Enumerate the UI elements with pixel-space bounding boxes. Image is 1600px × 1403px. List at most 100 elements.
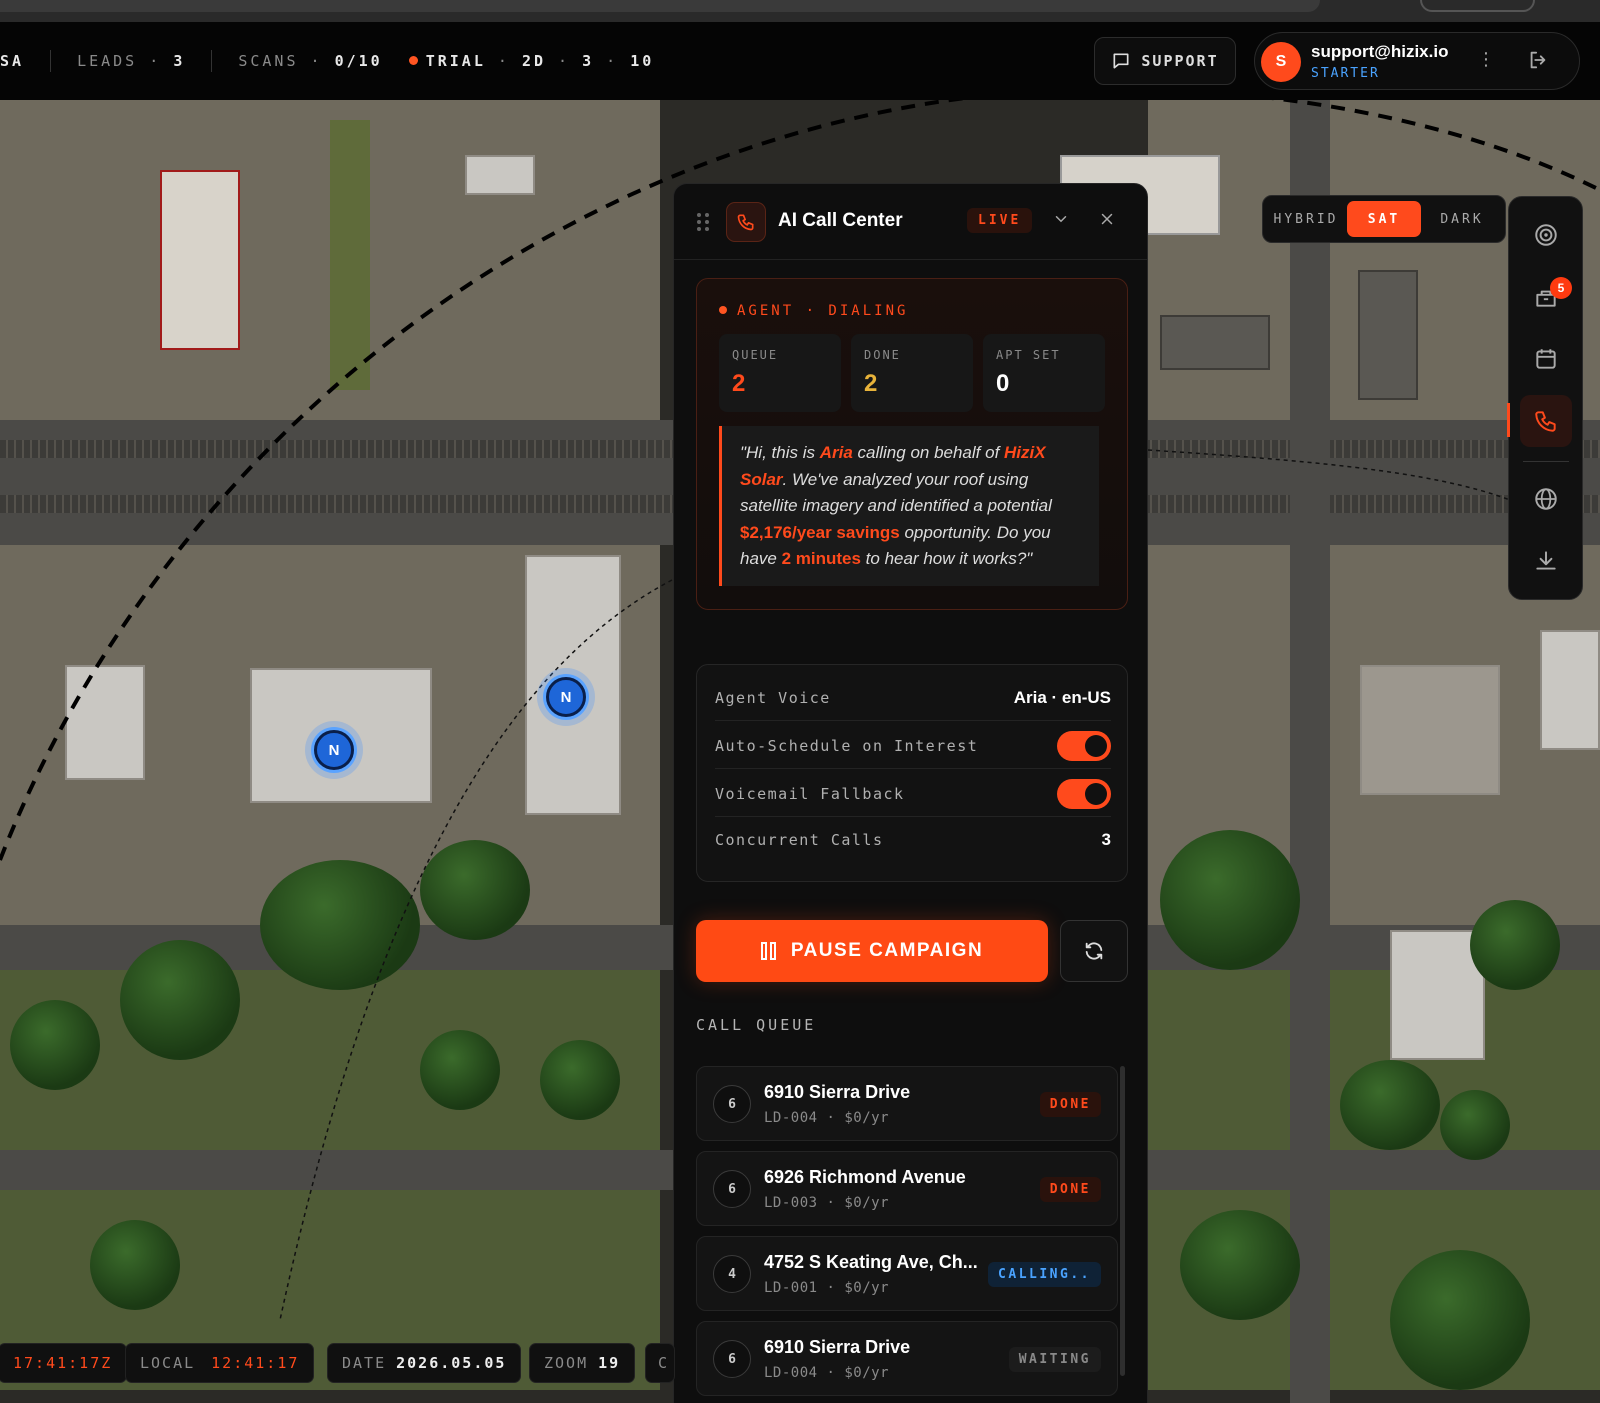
rail-calendar-button[interactable] xyxy=(1520,333,1572,385)
call-queue-title: CALL QUEUE xyxy=(696,1016,817,1034)
queue-scrollbar[interactable] xyxy=(1120,1066,1125,1376)
calendar-icon xyxy=(1536,349,1556,369)
pause-campaign-label: PAUSE CAMPAIGN xyxy=(790,940,984,961)
refresh-icon xyxy=(1085,942,1103,960)
globe-icon xyxy=(1535,488,1557,510)
zoom-value: 19 xyxy=(598,1354,621,1372)
chat-icon xyxy=(1113,53,1129,69)
browser-strip xyxy=(0,0,1600,24)
queue-item-number: 6 xyxy=(713,1340,751,1378)
close-icon[interactable] xyxy=(1098,210,1116,233)
tool-rail: 5 xyxy=(1507,196,1583,600)
voicemail-label: Voicemail Fallback xyxy=(715,784,905,803)
status-badge: WAITING xyxy=(1008,1347,1101,1372)
browser-strip-button xyxy=(1420,0,1535,12)
done-stat: DONE 2 xyxy=(851,334,973,412)
drag-handle-icon[interactable] xyxy=(696,212,710,237)
rail-inbox-button[interactable]: 5 xyxy=(1520,271,1572,323)
support-button[interactable]: SUPPORT xyxy=(1094,37,1236,85)
apt-set-stat-label: APT SET xyxy=(996,348,1061,362)
status-badge: DONE xyxy=(1039,1092,1101,1117)
inbox-badge: 5 xyxy=(1550,277,1572,299)
queue-item[interactable]: 4 4752 S Keating Ave, Ch... LD-001 · $0/… xyxy=(696,1236,1118,1311)
queue-item[interactable]: 6 6910 Sierra Drive LD-004 · $0/yr DONE xyxy=(696,1066,1118,1141)
truncated-chip: C xyxy=(645,1343,675,1383)
lead-marker-label[interactable]: N xyxy=(546,677,586,717)
queue-stat: QUEUE 2 xyxy=(719,334,841,412)
queue-stat-label: QUEUE xyxy=(732,348,779,362)
queue-item-address: 6910 Sierra Drive xyxy=(764,1337,911,1357)
done-stat-value: 2 xyxy=(864,370,878,397)
date-label: DATE xyxy=(342,1354,387,1372)
rail-target-button[interactable] xyxy=(1520,209,1572,261)
queue-item-number: 4 xyxy=(713,1255,751,1293)
trial-dot xyxy=(408,56,418,65)
rail-download-button[interactable] xyxy=(1520,535,1572,587)
script-duration: 2 minutes xyxy=(781,549,861,568)
queue-item[interactable]: 6 6926 Richmond Avenue LD-003 · $0/yr DO… xyxy=(696,1151,1118,1226)
map-style-sat[interactable]: SAT xyxy=(1347,201,1421,237)
queue-item-meta: LD-003 · $0/yr xyxy=(764,1195,890,1211)
leads-stat: LEADS · 3 xyxy=(77,52,186,70)
phone-icon xyxy=(1535,411,1556,432)
voicemail-toggle[interactable] xyxy=(1057,778,1111,809)
voicemail-row: Voicemail Fallback xyxy=(715,771,1111,817)
auto-schedule-row: Auto-Schedule on Interest xyxy=(715,723,1111,769)
more-options-icon[interactable]: ⋮ xyxy=(1477,49,1495,70)
lead-marker[interactable]: N xyxy=(305,721,363,779)
scans-stat: SCANS · 0/10 xyxy=(238,52,383,70)
queue-item-address: 6910 Sierra Drive xyxy=(764,1082,911,1102)
panel-title: AI Call Center xyxy=(778,210,903,231)
divider xyxy=(50,50,52,72)
zoom-label: ZOOM xyxy=(544,1354,589,1372)
queue-item-meta: LD-004 · $0/yr xyxy=(764,1110,890,1126)
concurrent-value[interactable]: 3 xyxy=(1102,830,1111,850)
auto-schedule-label: Auto-Schedule on Interest xyxy=(715,736,979,755)
map-style-hybrid[interactable]: HYBRID xyxy=(1269,201,1343,237)
call-center-panel: AI Call Center LIVE AGENT · DIALING QUEU… xyxy=(673,183,1148,1403)
panel-header: AI Call Center LIVE xyxy=(674,184,1147,260)
rail-globe-button[interactable] xyxy=(1520,473,1572,525)
local-time-value: 12:41:17 xyxy=(211,1354,300,1372)
truncated-chip-label: C xyxy=(658,1354,670,1372)
status-badge: DONE xyxy=(1039,1177,1101,1202)
status-badge: CALLING.. xyxy=(988,1262,1101,1287)
date-chip: DATE 2026.05.05 xyxy=(327,1343,522,1383)
script-agent-name: Aria xyxy=(819,443,853,462)
agent-voice-value[interactable]: Aria · en-US xyxy=(1014,688,1111,708)
queue-item[interactable]: 6 6910 Sierra Drive LD-004 · $0/yr WAITI… xyxy=(696,1321,1118,1396)
utc-time-chip: 17:41:17Z xyxy=(0,1343,128,1383)
logout-icon[interactable] xyxy=(1527,49,1549,76)
refresh-button[interactable] xyxy=(1060,920,1128,982)
top-bar: SA LEADS · 3 SCANS · 0/10 TRIAL · 2D · 3… xyxy=(0,22,1600,100)
map-style-dark[interactable]: DARK xyxy=(1425,201,1499,237)
queue-item-address: 4752 S Keating Ave, Ch... xyxy=(764,1252,978,1272)
apt-set-stat-value: 0 xyxy=(996,370,1010,397)
agent-voice-row[interactable]: Agent Voice Aria · en-US xyxy=(715,675,1111,721)
chevron-down-icon[interactable] xyxy=(1052,210,1070,233)
avatar[interactable]: S xyxy=(1261,42,1301,82)
map-style-switch: HYBRID SAT DARK xyxy=(1262,195,1506,243)
queue-item-number: 6 xyxy=(713,1170,751,1208)
panel-phone-icon xyxy=(726,202,766,242)
agent-settings: Agent Voice Aria · en-US Auto-Schedule o… xyxy=(696,664,1128,882)
lead-marker[interactable]: N xyxy=(537,668,595,726)
trial-stat: TRIAL · 2D · 3 · 10 xyxy=(408,52,655,70)
queue-item-number: 6 xyxy=(713,1085,751,1123)
local-time-chip: LOCAL 12:41:17 xyxy=(125,1343,315,1383)
rail-phone-button[interactable] xyxy=(1520,395,1572,447)
user-email: support@hizix.io xyxy=(1311,42,1449,61)
user-menu[interactable]: S support@hizix.io STARTER ⋮ xyxy=(1254,32,1580,90)
live-badge: LIVE xyxy=(967,208,1033,233)
lead-marker-label[interactable]: N xyxy=(314,730,354,770)
pause-campaign-button[interactable]: PAUSE CAMPAIGN xyxy=(696,920,1048,982)
script-savings: $2,176/year savings xyxy=(740,522,900,542)
utc-time-value: 17:41:17Z xyxy=(13,1354,113,1372)
agent-status-label: AGENT · DIALING xyxy=(719,303,908,319)
concurrent-label: Concurrent Calls xyxy=(715,831,884,849)
concurrent-row[interactable]: Concurrent Calls 3 xyxy=(715,817,1111,863)
pause-icon xyxy=(760,942,776,960)
auto-schedule-toggle[interactable] xyxy=(1057,730,1111,761)
browser-strip-pill xyxy=(0,0,1320,12)
zoom-chip: ZOOM 19 xyxy=(529,1343,636,1383)
